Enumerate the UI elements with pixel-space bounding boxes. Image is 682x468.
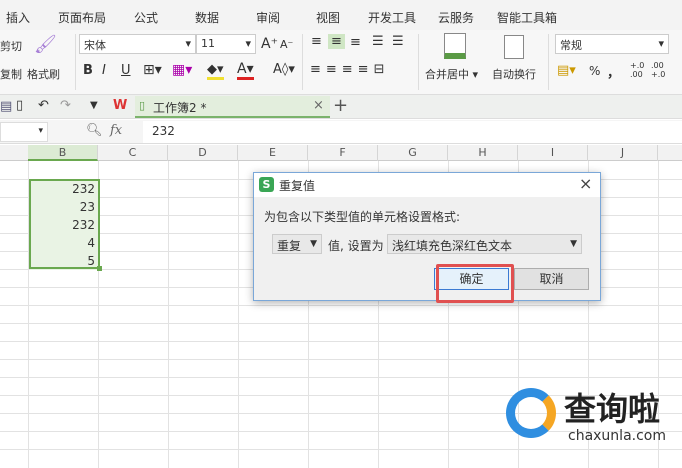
format-painter-button[interactable]: 格式刷 bbox=[27, 66, 60, 82]
fill-pattern-icon[interactable]: ▦▾ bbox=[172, 62, 192, 78]
redo-icon[interactable]: ↷ bbox=[60, 98, 71, 113]
align-top-icon[interactable]: ≡ bbox=[311, 34, 322, 49]
font-size-value: 11 bbox=[201, 37, 215, 50]
clear-format-icon[interactable]: A◊▾ bbox=[273, 62, 295, 77]
menu-developer[interactable]: 开发工具 bbox=[368, 9, 416, 26]
selection-range[interactable] bbox=[29, 179, 100, 269]
wrap-text-button[interactable]: 自动换行 bbox=[492, 66, 536, 82]
align-middle-icon[interactable]: ≡ bbox=[328, 34, 345, 49]
print-preview-icon[interactable]: ▯ bbox=[16, 98, 23, 113]
highlight-box bbox=[436, 264, 514, 303]
font-color-icon[interactable]: A▾ bbox=[237, 61, 254, 80]
font-select[interactable]: 宋体 ▾ bbox=[79, 34, 196, 54]
border-icon[interactable]: ⊞▾ bbox=[143, 62, 162, 78]
watermark-brand: 查询啦 bbox=[564, 390, 661, 428]
outdent-icon[interactable]: ☰ bbox=[372, 34, 384, 49]
column-header-g[interactable]: G bbox=[378, 145, 448, 161]
quick-access-dropdown-icon[interactable]: ▼ bbox=[90, 100, 98, 111]
decrease-decimal-button[interactable]: .00 +.0 bbox=[651, 61, 669, 79]
menu-formula[interactable]: 公式 bbox=[134, 9, 158, 26]
fill-color-icon[interactable]: ◆▾ bbox=[207, 62, 224, 80]
format-painter-icon: 🖌 bbox=[34, 34, 57, 55]
bold-button[interactable]: B bbox=[83, 63, 93, 78]
menu-cloud[interactable]: 云服务 bbox=[438, 9, 474, 26]
menu-insert[interactable]: 插入 bbox=[6, 9, 30, 26]
set-as-label: 值, 设置为 bbox=[328, 239, 384, 253]
font-value: 宋体 bbox=[84, 39, 106, 52]
column-header-j[interactable]: J bbox=[588, 145, 658, 161]
format-style-value: 浅红填充色深红色文本 bbox=[392, 239, 513, 253]
column-header: B C D E F G H I J bbox=[0, 145, 682, 161]
watermark-logo-icon bbox=[506, 388, 556, 438]
duplicate-type-select[interactable]: 重复 ▼ bbox=[272, 234, 322, 254]
watermark-url: chaxunla.com bbox=[568, 428, 666, 444]
number-format-value: 常规 bbox=[560, 39, 582, 52]
cancel-button[interactable]: 取消 bbox=[514, 268, 589, 290]
merge-label: 合并居中 bbox=[425, 68, 469, 81]
increase-decimal-button[interactable]: +.0 .00 bbox=[630, 61, 648, 79]
cut-button[interactable]: 剪切 bbox=[0, 38, 22, 54]
ribbon: 剪切 🖌 复制 格式刷 宋体 ▾ 11 ▾ A⁺ A⁻ B I U ⊞▾ ▦▾ ◆▾… bbox=[0, 30, 682, 95]
copy-button[interactable]: 复制 bbox=[0, 66, 22, 82]
menu-tools[interactable]: 智能工具箱 bbox=[497, 9, 557, 26]
menu-bar: 插入 页面布局 公式 数据 审阅 视图 开发工具 云服务 智能工具箱 bbox=[0, 0, 682, 30]
column-header-e[interactable]: E bbox=[238, 145, 308, 161]
merge-center-button[interactable]: 合并居中 ▾ bbox=[425, 66, 478, 82]
indent-icon[interactable]: ☰ bbox=[392, 34, 404, 49]
menu-review[interactable]: 审阅 bbox=[256, 9, 280, 26]
currency-icon[interactable]: ▤▾ bbox=[557, 63, 576, 78]
grow-font-icon[interactable]: A⁺ bbox=[261, 36, 278, 52]
shrink-font-icon[interactable]: A⁻ bbox=[280, 38, 293, 51]
dialog-titlebar: S 重复值 × bbox=[254, 173, 600, 197]
italic-button[interactable]: I bbox=[102, 63, 106, 78]
zoom-lookup-icon[interactable]: 🔍︎ bbox=[86, 123, 103, 138]
duplicate-type-value: 重复 bbox=[277, 239, 302, 253]
tab-label: 工作簿2 * bbox=[153, 101, 207, 115]
name-box[interactable]: ▾ bbox=[0, 122, 48, 142]
dialog-prompt: 为包含以下类型值的单元格设置格式: bbox=[264, 210, 461, 224]
comma-button[interactable]: ， bbox=[607, 62, 620, 81]
wps-logo-icon: W bbox=[113, 98, 128, 113]
menu-view[interactable]: 视图 bbox=[316, 9, 340, 26]
undo-icon[interactable]: ↶ bbox=[38, 98, 49, 113]
percent-button[interactable]: % bbox=[589, 64, 600, 78]
tab-workbook2[interactable]: ▯ 工作簿2 * × bbox=[135, 96, 330, 118]
fill-handle[interactable] bbox=[97, 266, 102, 271]
column-header-i[interactable]: I bbox=[518, 145, 588, 161]
number-format-select[interactable]: 常规 ▾ bbox=[555, 34, 669, 54]
underline-button[interactable]: U bbox=[121, 63, 131, 78]
column-header-c[interactable]: C bbox=[98, 145, 168, 161]
formula-input[interactable]: 232 bbox=[143, 121, 682, 143]
menu-data[interactable]: 数据 bbox=[195, 9, 219, 26]
wrap-icon bbox=[504, 35, 524, 59]
column-header-f[interactable]: F bbox=[308, 145, 378, 161]
horizontal-align-icons[interactable]: ≡≡≡≡⊟ bbox=[310, 62, 389, 77]
formula-bar: ▾ 🔍︎ fx 232 bbox=[0, 120, 682, 144]
fx-icon[interactable]: fx bbox=[110, 123, 122, 138]
column-header-b[interactable]: B bbox=[28, 145, 98, 161]
merge-icon bbox=[444, 33, 466, 59]
font-size-select[interactable]: 11 ▾ bbox=[196, 34, 256, 54]
print-icon[interactable]: ▤ bbox=[0, 99, 12, 114]
menu-page-layout[interactable]: 页面布局 bbox=[58, 9, 106, 26]
watermark: 查询啦 chaxunla.com bbox=[506, 380, 682, 452]
column-header-d[interactable]: D bbox=[168, 145, 238, 161]
column-header-h[interactable]: H bbox=[448, 145, 518, 161]
dialog-title: 重复值 bbox=[279, 179, 316, 193]
wps-spreadsheet-icon: S bbox=[259, 177, 274, 192]
new-tab-button[interactable]: + bbox=[333, 95, 348, 116]
document-icon: ▯ bbox=[139, 99, 146, 112]
duplicate-values-dialog: S 重复值 × 为包含以下类型值的单元格设置格式: 重复 ▼ 值, 设置为 浅红填… bbox=[253, 172, 601, 301]
format-style-select[interactable]: 浅红填充色深红色文本 ▼ bbox=[387, 234, 582, 254]
align-bottom-icon[interactable]: ≡ bbox=[350, 35, 361, 50]
close-icon[interactable]: × bbox=[579, 174, 592, 193]
close-tab-icon[interactable]: × bbox=[313, 98, 324, 113]
